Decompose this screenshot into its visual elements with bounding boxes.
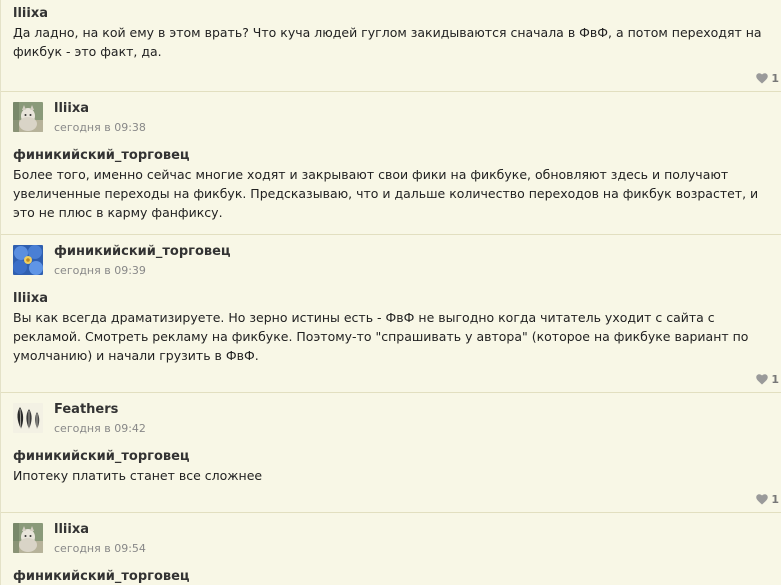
author-name[interactable]: lliixa bbox=[54, 522, 146, 537]
comment-text: Да ладно, на кой ему в этом врать? Что к… bbox=[13, 25, 762, 59]
comment-header: lliixa сегодня в 09:38 bbox=[13, 92, 769, 148]
comment-meta: Feathers сегодня в 09:42 bbox=[54, 402, 146, 436]
heart-icon bbox=[756, 494, 769, 505]
comment-time: сегодня в 09:54 bbox=[54, 542, 146, 555]
quote-author[interactable]: финикийский_торговец bbox=[13, 569, 769, 584]
quote-author[interactable]: финикийский_торговец bbox=[13, 449, 769, 464]
comment-meta: финикийский_торговец сегодня в 09:39 bbox=[54, 244, 231, 278]
comment-feed: lliixa Да ладно, на кой ему в этом врать… bbox=[0, 0, 781, 585]
comment-time: сегодня в 09:39 bbox=[54, 264, 146, 277]
comment-meta: lliixa сегодня в 09:54 bbox=[54, 522, 146, 556]
heart-icon bbox=[756, 374, 769, 385]
like-button[interactable]: 1 bbox=[756, 374, 779, 385]
feathers-avatar-icon[interactable] bbox=[13, 403, 43, 433]
author-name[interactable]: Feathers bbox=[54, 402, 146, 417]
like-count: 1 bbox=[771, 373, 779, 386]
comment: Feathers сегодня в 09:42 финикийский_тор… bbox=[1, 393, 781, 513]
comment-text: Ипотеку платить станет все сложнее bbox=[13, 468, 263, 483]
comment-time: сегодня в 09:38 bbox=[54, 121, 146, 134]
like-count: 1 bbox=[771, 72, 779, 85]
comment: lliixa Да ладно, на кой ему в этом врать… bbox=[1, 0, 781, 92]
comment-header: lliixa сегодня в 09:54 bbox=[13, 513, 769, 569]
comment: финикийский_торговец сегодня в 09:39 lli… bbox=[1, 235, 781, 393]
author-name[interactable]: lliixa bbox=[54, 101, 146, 116]
comment-text: Более того, именно сейчас многие ходят и… bbox=[13, 167, 759, 220]
comment-header: финикийский_торговец сегодня в 09:39 bbox=[13, 235, 769, 291]
heart-icon bbox=[756, 73, 769, 84]
comment-header: Feathers сегодня в 09:42 bbox=[13, 393, 769, 449]
comment: lliixa сегодня в 09:38 финикийский_торго… bbox=[1, 92, 781, 235]
comment-meta: lliixa сегодня в 09:38 bbox=[54, 101, 146, 135]
like-button[interactable]: 1 bbox=[756, 494, 779, 505]
quote-author[interactable]: lliixa bbox=[13, 6, 769, 21]
like-count: 1 bbox=[771, 493, 779, 506]
blue-flower-avatar-icon[interactable] bbox=[13, 245, 43, 275]
author-name[interactable]: финикийский_торговец bbox=[54, 244, 231, 259]
cat-photo-avatar-icon[interactable] bbox=[13, 102, 43, 132]
quote-author[interactable]: lliixa bbox=[13, 291, 769, 306]
cat-photo-avatar-icon[interactable] bbox=[13, 523, 43, 553]
quote-author[interactable]: финикийский_торговец bbox=[13, 148, 769, 163]
comment-text: Вы как всегда драматизируете. Но зерно и… bbox=[13, 310, 749, 363]
like-button[interactable]: 1 bbox=[756, 73, 779, 84]
comment-time: сегодня в 09:42 bbox=[54, 422, 146, 435]
comment: lliixa сегодня в 09:54 финикийский_торго… bbox=[1, 513, 781, 585]
